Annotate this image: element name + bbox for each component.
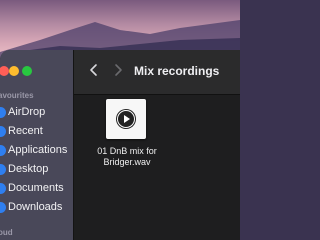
document-icon xyxy=(0,183,6,194)
sidebar-item-label: Recent xyxy=(8,125,43,137)
sidebar-item-desktop[interactable]: Desktop xyxy=(0,161,73,179)
sidebar-item-downloads[interactable]: Downloads xyxy=(0,199,73,217)
play-icon xyxy=(116,109,136,129)
airdrop-icon xyxy=(0,107,6,118)
desktop-icon xyxy=(0,164,6,175)
clock-icon xyxy=(0,126,6,137)
minimize-button[interactable] xyxy=(9,66,19,76)
sidebar-item-documents[interactable]: Documents xyxy=(0,180,73,198)
sidebar-item-label: Documents xyxy=(8,182,64,194)
icloud-section-label: oud xyxy=(0,228,13,237)
forward-icon[interactable] xyxy=(110,62,126,78)
sidebar-item-recent[interactable]: Recent xyxy=(0,123,73,141)
close-button[interactable] xyxy=(0,66,9,76)
file-browser: 01 DnB mix for Bridger.wav xyxy=(74,95,240,240)
sidebar-item-airdrop[interactable]: AirDrop xyxy=(0,104,73,122)
sidebar: avourites AirDrop Recent Applications De… xyxy=(0,50,74,240)
file-item[interactable]: 01 DnB mix for Bridger.wav xyxy=(82,99,172,184)
sidebar-item-label: Downloads xyxy=(8,201,63,213)
file-name: 01 DnB mix for Bridger.wav xyxy=(97,146,157,167)
sidebar-item-label: AirDrop xyxy=(8,106,46,118)
finder-window: avourites AirDrop Recent Applications De… xyxy=(0,50,240,240)
back-icon[interactable] xyxy=(86,62,102,78)
applications-icon xyxy=(0,145,6,156)
sidebar-item-label: Desktop xyxy=(8,163,49,175)
sidebar-item-applications[interactable]: Applications xyxy=(0,142,73,160)
window-title: Mix recordings xyxy=(134,64,220,78)
toolbar: Mix recordings xyxy=(74,50,240,95)
audio-file-icon xyxy=(106,99,146,139)
maximize-button[interactable] xyxy=(22,66,32,76)
sidebar-item-label: Applications xyxy=(8,144,68,156)
download-icon xyxy=(0,202,6,213)
favourites-section-label: avourites xyxy=(0,91,34,100)
